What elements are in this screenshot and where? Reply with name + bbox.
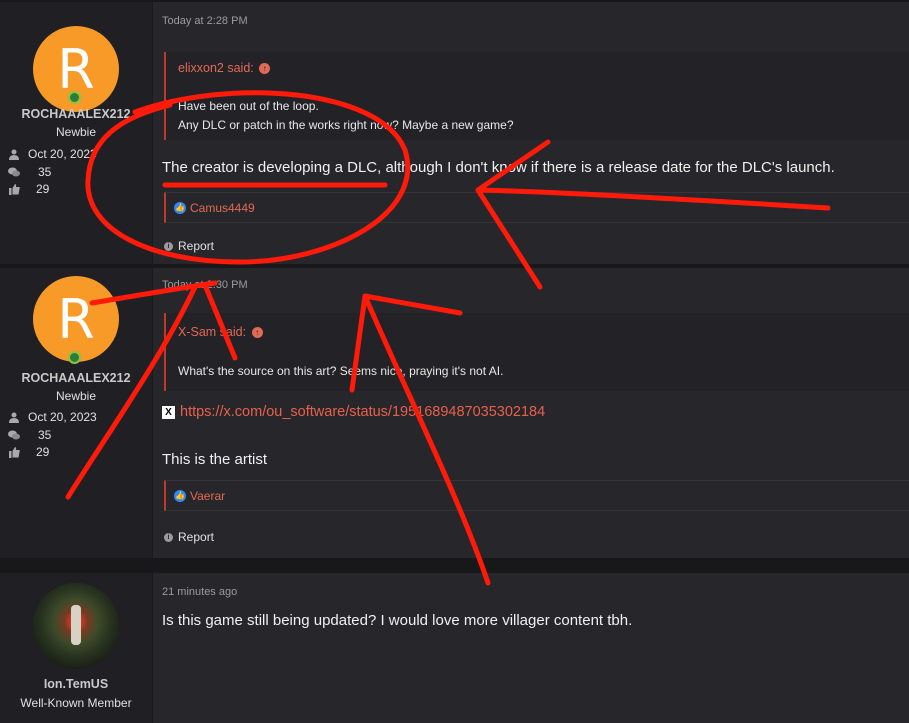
stat-reactions: 29 [8, 182, 49, 196]
quote-author[interactable]: elixxon2 said: ↑ [178, 61, 271, 75]
quote-block: X-Sam said: ↑ What's the source on this … [164, 313, 909, 391]
username[interactable]: Ion.TemUS [0, 677, 152, 691]
info-icon: i [164, 532, 173, 542]
info-icon: i [164, 241, 173, 251]
stat-reactions: 29 [8, 445, 49, 459]
joined-date: Oct 20, 2023 [28, 147, 97, 161]
post-timestamp[interactable]: 21 minutes ago [162, 586, 237, 598]
quote-block: elixxon2 said: ↑ Have been out of the lo… [164, 52, 909, 140]
message-count: 35 [38, 428, 52, 442]
quote-author[interactable]: X-Sam said: ↑ [178, 325, 263, 339]
quote-line: Have been out of the loop. [178, 99, 319, 113]
avatar[interactable]: R [33, 276, 119, 362]
reactions-bar[interactable]: 👍 Vaerar [164, 480, 909, 511]
post-2: R ROCHAAALEX212 Newbie Oct 20, 2023 35 2… [0, 268, 909, 558]
like-icon: 👍 [174, 489, 186, 502]
report-link[interactable]: i Report [164, 239, 214, 253]
quote-line: Any DLC or patch in the works right now?… [178, 118, 514, 132]
post-3: Ion.TemUS Well-Known Member 21 minutes a… [0, 573, 909, 723]
quote-text: Have been out of the loop. Any DLC or pa… [178, 97, 514, 135]
post-body: This is the artist [162, 451, 268, 468]
report-label: Report [178, 239, 215, 253]
user-icon [8, 411, 20, 423]
like-icon: 👍 [174, 201, 186, 214]
user-info: R ROCHAAALEX212 Newbie Oct 20, 2023 35 2… [0, 2, 153, 264]
report-link[interactable]: i Report [164, 530, 214, 544]
x-logo-icon: X [162, 405, 175, 419]
online-indicator [68, 351, 81, 364]
stat-messages: 35 [8, 428, 51, 442]
thumbs-up-icon [8, 446, 20, 458]
quote-line: What's the source on this art? Seems nic… [178, 364, 504, 378]
post-timestamp[interactable]: Today at 2:28 PM [162, 15, 248, 27]
post-body: Is this game still being updated? I woul… [162, 612, 633, 629]
user-info: R ROCHAAALEX212 Newbie Oct 20, 2023 35 2… [0, 268, 153, 558]
reactor-name[interactable]: Vaerar [190, 489, 225, 503]
post-timestamp[interactable]: Today at 2:30 PM [162, 279, 248, 291]
avatar-letter: R [57, 287, 95, 351]
online-indicator [68, 91, 81, 104]
thumbs-up-icon [8, 183, 20, 195]
arrow-up-circle-icon[interactable]: ↑ [251, 327, 263, 339]
message-count: 35 [38, 165, 52, 179]
avatar[interactable] [33, 583, 119, 669]
tweet-link[interactable]: X https://x.com/ou_software/status/19516… [162, 404, 545, 420]
user-title: Newbie [55, 389, 97, 403]
post-body: The creator is developing a DLC, althoug… [162, 159, 835, 176]
user-title: Newbie [55, 125, 97, 139]
chat-bubbles-icon [8, 429, 20, 441]
quote-text: What's the source on this art? Seems nic… [178, 362, 503, 381]
link-text[interactable]: https://x.com/ou_software/status/1951689… [180, 404, 545, 420]
arrow-up-circle-icon[interactable]: ↑ [259, 63, 271, 75]
user-title: Well-Known Member [20, 696, 132, 710]
quote-author-label: elixxon2 said: [178, 61, 254, 75]
post-1: R ROCHAAALEX212 Newbie Oct 20, 2023 35 2… [0, 2, 909, 264]
reactor-name[interactable]: Camus4449 [190, 201, 255, 215]
stat-joined: Oct 20, 2023 [8, 147, 97, 161]
joined-date: Oct 20, 2023 [28, 410, 97, 424]
stat-joined: Oct 20, 2023 [8, 410, 97, 424]
quote-author-label: X-Sam said: [178, 325, 247, 339]
chat-bubbles-icon [8, 166, 20, 178]
reactions-bar[interactable]: 👍 Camus4449 [164, 192, 909, 223]
stat-messages: 35 [8, 165, 51, 179]
reaction-count: 29 [36, 182, 50, 196]
user-info: Ion.TemUS Well-Known Member [0, 573, 153, 723]
username[interactable]: ROCHAAALEX212 [0, 371, 152, 385]
report-label: Report [178, 530, 215, 544]
reaction-count: 29 [36, 445, 50, 459]
user-icon [8, 148, 20, 160]
avatar-figure [71, 605, 81, 645]
username[interactable]: ROCHAAALEX212 [0, 107, 152, 121]
